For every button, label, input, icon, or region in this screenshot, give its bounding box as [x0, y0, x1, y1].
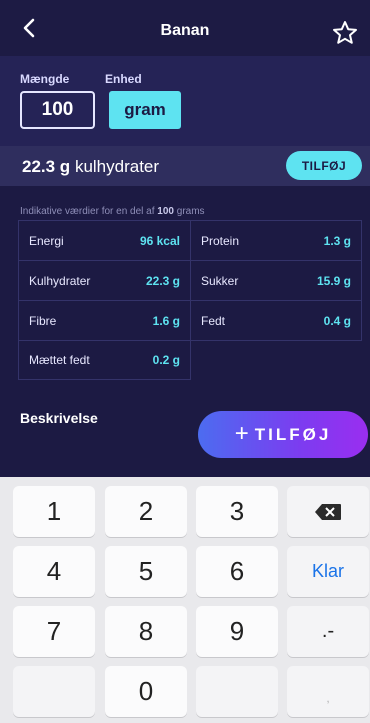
- portion-hint-suffix: grams: [173, 206, 205, 217]
- key-1[interactable]: 1: [13, 486, 95, 537]
- nutrient-cell: Kulhydrater 22.3 g: [18, 261, 190, 300]
- empty-cell: [190, 341, 362, 380]
- nutrient-cell: Protein 1.3 g: [190, 221, 362, 260]
- unit-select-button[interactable]: gram: [109, 91, 181, 129]
- key-7[interactable]: 7: [13, 606, 95, 657]
- key-3[interactable]: 3: [196, 486, 278, 537]
- table-row: Kulhydrater 22.3 g Sukker 15.9 g: [18, 260, 362, 300]
- done-key[interactable]: Klar: [287, 546, 369, 597]
- comma-key[interactable]: ,: [287, 666, 369, 717]
- nutrient-name: Protein: [201, 233, 240, 248]
- backspace-icon: [315, 503, 341, 520]
- carb-summary-bar: 22.3 g kulhydrater TILFØJ: [0, 146, 370, 186]
- nutrient-name: Sukker: [201, 273, 239, 288]
- key-4[interactable]: 4: [13, 546, 95, 597]
- table-row: Fibre 1.6 g Fedt 0.4 g: [18, 300, 362, 340]
- nutrient-cell: Mættet fedt 0.2 g: [18, 341, 190, 380]
- nutrient-value: 1.6 g: [152, 313, 180, 328]
- nutrient-value: 15.9 g: [316, 273, 351, 288]
- backspace-key[interactable]: [287, 486, 369, 537]
- amount-label: Mængde: [20, 72, 70, 86]
- numeric-keyboard: 1 2 3 4 5 6 Klar 7 8 9 .- 0 ,: [0, 477, 370, 723]
- carb-summary-value: 22.3 g: [22, 157, 71, 176]
- nutrient-value: 22.3 g: [145, 273, 180, 288]
- unit-label: Enhed: [105, 72, 142, 86]
- nutrient-name: Energi: [29, 233, 64, 248]
- app-header: Banan: [0, 0, 370, 56]
- carb-summary-label: kulhydrater: [74, 157, 160, 176]
- nutrient-name: Kulhydrater: [29, 273, 91, 288]
- table-row: Mættet fedt 0.2 g: [18, 340, 362, 380]
- nutrient-name: Fedt: [201, 313, 226, 328]
- portion-hint: Indikative værdier for en del af 100 gra…: [20, 206, 205, 217]
- key-6[interactable]: 6: [196, 546, 278, 597]
- nutrient-cell: Fedt 0.4 g: [190, 301, 362, 340]
- plus-icon: +: [234, 419, 249, 447]
- amount-input[interactable]: 100: [20, 91, 95, 129]
- table-row: Energi 96 kcal Protein 1.3 g: [18, 220, 362, 260]
- separator-key[interactable]: .-: [287, 606, 369, 657]
- key-2[interactable]: 2: [105, 486, 187, 537]
- carb-summary: 22.3 g kulhydrater: [22, 157, 159, 177]
- nutrient-value: 0.2 g: [152, 353, 180, 367]
- key-0[interactable]: 0: [105, 666, 187, 717]
- description-label: Beskrivelse: [20, 410, 98, 426]
- nutrient-name: Mættet fedt: [29, 353, 90, 367]
- key-5[interactable]: 5: [105, 546, 187, 597]
- portion-hint-prefix: Indikative værdier for en del af: [20, 206, 158, 217]
- nutrient-name: Fibre: [29, 313, 57, 328]
- empty-key: [13, 666, 95, 717]
- key-8[interactable]: 8: [105, 606, 187, 657]
- nutrition-table: Energi 96 kcal Protein 1.3 g Kulhydrater…: [18, 220, 362, 380]
- quantity-section: Mængde Enhed 100 gram: [0, 56, 370, 146]
- nutrient-cell: Energi 96 kcal: [18, 221, 190, 260]
- nutrient-value: 0.4 g: [323, 313, 351, 328]
- key-9[interactable]: 9: [196, 606, 278, 657]
- page-title: Banan: [160, 22, 210, 39]
- nutrient-value: 96 kcal: [139, 233, 180, 248]
- nutrient-cell: Fibre 1.6 g: [18, 301, 190, 340]
- add-carbs-button[interactable]: TILFØJ: [286, 151, 362, 180]
- empty-key: [196, 666, 278, 717]
- nutrient-value: 1.3 g: [323, 233, 351, 248]
- portion-hint-amount: 100: [157, 206, 174, 217]
- add-food-label: TILFØJ: [254, 424, 332, 444]
- nutrient-cell: Sukker 15.9 g: [190, 261, 362, 300]
- favorite-star-icon[interactable]: [332, 20, 358, 46]
- add-food-button[interactable]: + TILFØJ: [198, 411, 368, 458]
